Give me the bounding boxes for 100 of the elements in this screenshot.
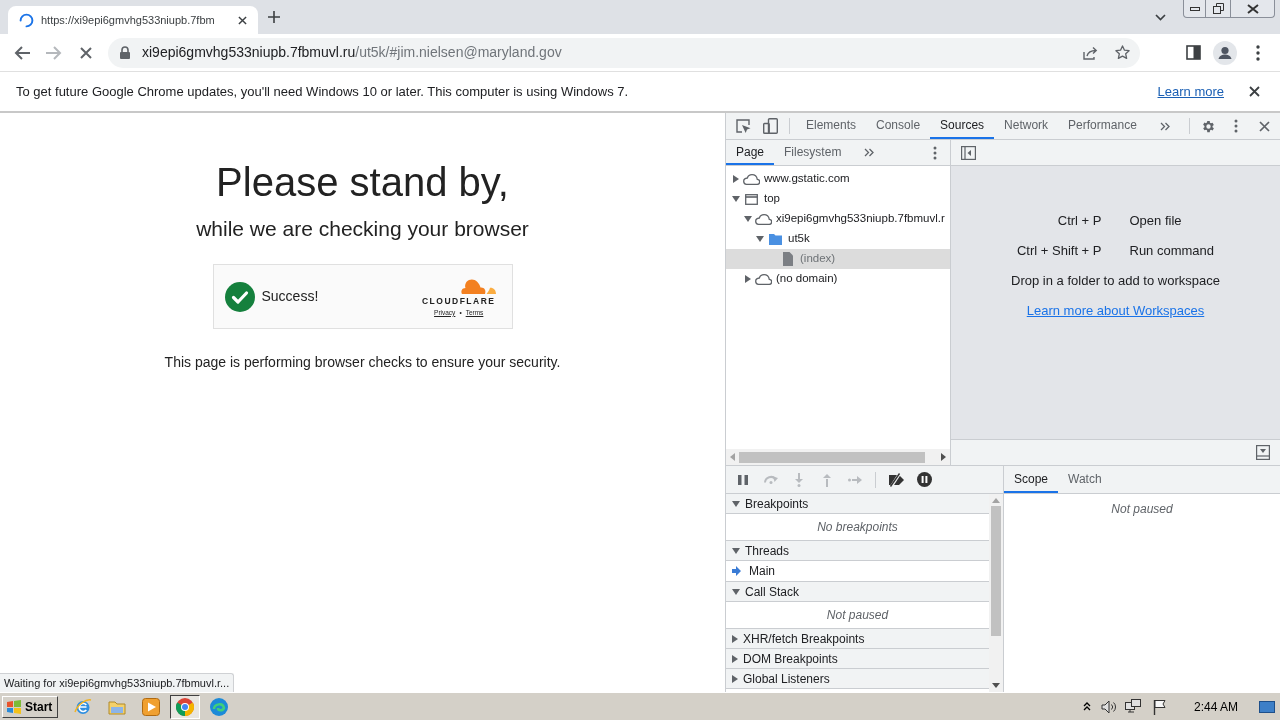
tree-item[interactable]: ut5k	[726, 229, 950, 249]
panel-tab[interactable]: Network	[994, 113, 1059, 139]
shortcut-action: Run command	[1129, 242, 1215, 260]
chevron-up-icon	[1082, 702, 1091, 711]
avatar-icon	[1213, 40, 1237, 65]
flag-icon	[1152, 698, 1167, 715]
share-icon	[1082, 45, 1098, 60]
cloud-icon	[743, 173, 760, 185]
pause-icon	[738, 474, 748, 485]
settings-icon	[1200, 118, 1216, 134]
page-note: This page is performing browser checks to ensure your security.	[164, 353, 561, 372]
url-text: xi9epi6gmvhg533niupb.7fbmuvl.ru/ut5k/#jim.nielsen@maryland.gov	[142, 43, 562, 62]
brand-wordmark: CLOUDFLARE	[421, 295, 496, 306]
workspace-hint: Drop in a folder to add to workspace	[1011, 272, 1220, 290]
chevron-down-icon	[1154, 13, 1166, 21]
side-panel-icon	[1185, 45, 1201, 60]
sidebar-tab[interactable]: Watch	[1058, 466, 1112, 493]
tree-item[interactable]: (index)	[726, 249, 950, 269]
four-pane-logo-icon	[6, 699, 22, 714]
triangle-left-icon	[730, 453, 735, 461]
inspect-icon	[735, 118, 751, 134]
breakpoint-slash-icon	[887, 472, 905, 487]
workspaces-link[interactable]: Learn more about Workspaces	[1026, 301, 1205, 321]
section-header[interactable]: Threads	[726, 541, 989, 561]
panel-tab[interactable]: Performance	[1058, 113, 1147, 139]
toggle-navigator-button[interactable]	[959, 143, 977, 162]
tree-item[interactable]: www.gstatic.com	[726, 169, 950, 189]
page-subheading: while we are checking your browser	[196, 216, 529, 242]
scrollbar-thumb[interactable]	[739, 451, 925, 463]
sidebar-toggle-icon	[960, 145, 976, 160]
close-icon	[1258, 120, 1270, 132]
learn-more-link[interactable]: Learn more	[1157, 81, 1224, 102]
more-vertical-icon	[1234, 119, 1238, 133]
plus-icon	[268, 11, 280, 23]
minimize-icon	[1189, 6, 1200, 11]
section-header[interactable]: DOM Breakpoints	[726, 649, 989, 669]
cloud-icon	[755, 213, 772, 225]
double-chevron-icon	[1159, 121, 1170, 131]
section-header[interactable]: Breakpoints	[726, 494, 989, 514]
section-header[interactable]: Global Listeners	[726, 669, 989, 689]
vertical-scrollbar[interactable]	[989, 494, 1003, 692]
window-icon	[745, 193, 758, 205]
tree-item[interactable]: top	[726, 189, 950, 209]
triangle-right-icon	[941, 453, 946, 461]
more-vertical-icon	[1256, 44, 1260, 61]
start-button[interactable]: Start	[2, 695, 59, 718]
browser-tab[interactable]: https://xi9epi6gmvhg533niupb.7fbm	[8, 6, 258, 34]
close-icon	[1248, 86, 1260, 97]
panel-tab[interactable]: Elements	[796, 113, 867, 139]
double-chevron-icon	[864, 148, 875, 157]
taskbar-app-button[interactable]	[170, 694, 201, 719]
file-icon	[782, 252, 793, 266]
horizontal-scrollbar[interactable]	[726, 449, 950, 465]
arrow-right-icon	[731, 566, 741, 576]
infobar-message: To get future Google Chrome updates, you'll need Windows 10 or later. This computer is using Windows 7.	[16, 82, 629, 101]
shortcut-action: Open file	[1129, 212, 1183, 230]
step-out-icon	[823, 472, 831, 487]
lock-icon	[120, 46, 130, 59]
navigator-tab[interactable]: Filesystem	[774, 140, 852, 165]
empty-message: Not paused	[1111, 501, 1173, 518]
arrow-right-icon	[46, 45, 62, 60]
clock[interactable]: 2:44 AM	[1193, 697, 1238, 716]
tree-item[interactable]: (no domain)	[726, 269, 950, 289]
media-player-icon	[142, 697, 161, 716]
check-circle-icon	[224, 281, 255, 312]
swirl-logo-icon	[210, 697, 229, 716]
triangle-down-icon	[992, 683, 1000, 688]
network-icon	[1125, 698, 1143, 715]
status-bubble: Waiting for xi9epi6gmvhg533niupb.7fbmuvl.r...	[0, 673, 235, 692]
browser-e-icon	[74, 697, 93, 716]
folder-icon	[108, 698, 127, 715]
more-vertical-icon	[933, 145, 937, 160]
shortcut-keys: Ctrl + P	[1016, 211, 1102, 231]
sidebar-tab[interactable]: Scope	[1004, 466, 1059, 493]
sidebar-toggle-icon	[1256, 445, 1270, 460]
success-text: Success!	[261, 287, 319, 306]
step-over-icon	[763, 475, 779, 484]
shortcut-keys: Ctrl + Shift + P	[1016, 241, 1102, 261]
round-logo-icon	[176, 697, 195, 716]
star-icon	[1114, 45, 1130, 60]
step-into-icon	[795, 472, 803, 487]
restore-icon	[1212, 3, 1224, 14]
speaker-icon	[1100, 699, 1117, 714]
navigator-tab[interactable]: Page	[726, 140, 775, 165]
tree-item[interactable]: xi9epi6gmvhg533niupb.7fbmuvl.r	[726, 209, 950, 229]
profile-button[interactable]	[1211, 38, 1239, 67]
close-icon	[237, 15, 247, 25]
device-icon	[762, 118, 778, 134]
close-icon	[1246, 3, 1259, 14]
toggle-debugger-button[interactable]	[1254, 443, 1272, 462]
section-header[interactable]: XHR/fetch Breakpoints	[726, 629, 989, 649]
address-bar[interactable]: xi9epi6gmvhg533niupb.7fbmuvl.ru/ut5k/#jim.nielsen@maryland.gov	[108, 37, 1140, 68]
cloud-icon	[755, 273, 772, 285]
folder-icon	[769, 233, 782, 245]
triangle-up-icon	[992, 498, 1000, 503]
tab-title: https://xi9epi6gmvhg533niupb.7fbm	[41, 12, 216, 28]
section-header[interactable]: Call Stack	[726, 582, 989, 602]
arrow-left-icon	[14, 45, 30, 60]
scrollbar-thumb[interactable]	[991, 506, 1001, 636]
panel-tab[interactable]: Console	[866, 113, 931, 139]
